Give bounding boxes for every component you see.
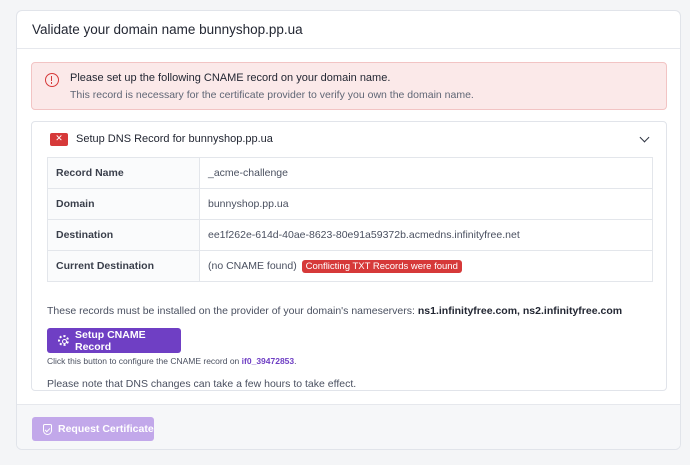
dns-panel-title: Setup DNS Record for bunnyshop.pp.ua	[76, 133, 273, 145]
table-row: Domain bunnyshop.pp.ua	[47, 188, 653, 220]
conflict-status-badge: Conflicting TXT Records were found	[301, 259, 462, 273]
nameservers-list: ns1.infinityfree.com, ns2.infinityfree.c…	[417, 305, 623, 317]
setup-cname-label: Setup CNAME Record	[75, 328, 146, 353]
alert-subtitle: This record is necessary for the certifi…	[70, 89, 474, 101]
setup-hint: Click this button to configure the CNAME…	[47, 356, 297, 366]
nameservers-text: These records must be installed on the p…	[47, 305, 415, 317]
record-name-value: _acme-challenge	[199, 157, 653, 189]
alert-circle-icon	[45, 73, 59, 87]
destination-label: Destination	[47, 219, 200, 251]
dns-record-table: Record Name _acme-challenge Domain bunny…	[47, 157, 653, 282]
cname-alert: Please set up the following CNAME record…	[31, 62, 667, 110]
chevron-down-icon[interactable]	[639, 132, 650, 143]
dns-panel-header[interactable]: ✕ Setup DNS Record for bunnyshop.pp.ua	[32, 122, 666, 156]
request-certificate-label: Request Certificate	[58, 423, 154, 435]
alert-title: Please set up the following CNAME record…	[70, 72, 391, 84]
current-destination-label: Current Destination	[47, 250, 200, 282]
table-row: Current Destination (no CNAME found) Con…	[47, 250, 653, 282]
dns-propagation-note: Please note that DNS changes can take a …	[47, 378, 357, 390]
card-title: Validate your domain name bunnyshop.pp.u…	[17, 11, 680, 49]
setup-cname-button[interactable]: Setup CNAME Record	[47, 328, 181, 353]
account-link[interactable]: if0_39472853	[242, 356, 294, 366]
record-name-label: Record Name	[47, 157, 200, 189]
current-destination-cell: (no CNAME found) Conflicting TXT Records…	[199, 250, 653, 282]
hint-text: Click this button to configure the CNAME…	[47, 356, 240, 366]
table-row: Destination ee1f262e-614d-40ae-8623-80e9…	[47, 219, 653, 251]
request-certificate-button[interactable]: Request Certificate	[32, 417, 154, 441]
destination-value: ee1f262e-614d-40ae-8623-80e91a59372b.acm…	[199, 219, 653, 251]
current-destination-value: (no CNAME found)	[208, 259, 297, 272]
domain-value: bunnyshop.pp.ua	[199, 188, 653, 220]
shield-check-icon	[43, 424, 52, 435]
nameservers-line: These records must be installed on the p…	[47, 305, 622, 317]
dns-record-panel: ✕ Setup DNS Record for bunnyshop.pp.ua R…	[31, 121, 667, 391]
error-x-icon: ✕	[50, 133, 68, 146]
table-row: Record Name _acme-challenge	[47, 157, 653, 189]
gear-icon	[58, 335, 69, 346]
domain-label: Domain	[47, 188, 200, 220]
card-footer: Request Certificate	[17, 404, 680, 449]
validate-domain-card: Validate your domain name bunnyshop.pp.u…	[16, 10, 681, 450]
hint-end: .	[294, 356, 297, 366]
